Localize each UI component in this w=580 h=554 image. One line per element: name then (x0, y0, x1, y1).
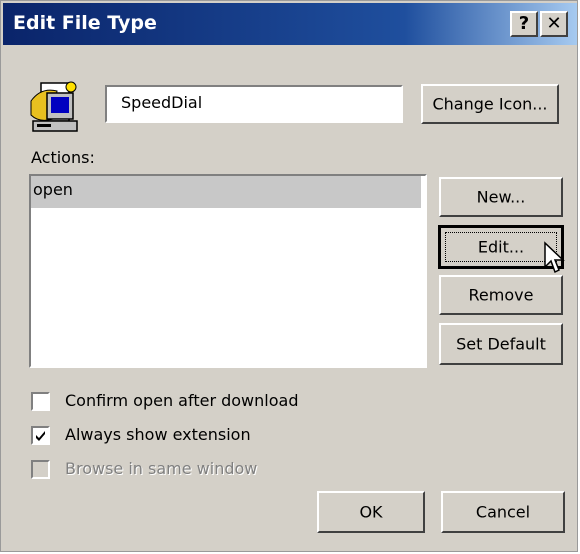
list-item[interactable]: open (31, 176, 421, 208)
change-icon-button[interactable]: Change Icon... (421, 84, 559, 124)
browse-same-window-label: Browse in same window (65, 459, 258, 478)
close-button[interactable]: ✕ (540, 11, 568, 37)
ok-button[interactable]: OK (317, 491, 425, 533)
confirm-open-checkbox[interactable] (31, 392, 50, 411)
checkmark-icon (36, 431, 45, 441)
title-bar[interactable]: Edit File Type ? ✕ (3, 3, 577, 45)
remove-button[interactable]: Remove (439, 275, 563, 315)
file-type-icon (27, 79, 85, 135)
cancel-button[interactable]: Cancel (441, 491, 565, 533)
always-show-extension-label: Always show extension (65, 425, 251, 444)
description-field[interactable]: SpeedDial (105, 85, 403, 123)
help-button[interactable]: ? (510, 11, 538, 37)
close-icon: ✕ (546, 13, 562, 34)
actions-label: Actions: (31, 148, 95, 167)
actions-list[interactable]: open (29, 174, 427, 368)
confirm-open-label: Confirm open after download (65, 391, 299, 410)
browse-same-window-checkbox (31, 460, 50, 479)
mouse-cursor-icon (543, 241, 565, 279)
window-title: Edit File Type (13, 12, 157, 34)
new-button[interactable]: New... (439, 177, 563, 217)
set-default-button[interactable]: Set Default (439, 323, 563, 365)
always-show-extension-checkbox[interactable] (31, 426, 50, 445)
edit-file-type-dialog: Edit File Type ? ✕ SpeedDial Change Icon… (0, 0, 578, 552)
